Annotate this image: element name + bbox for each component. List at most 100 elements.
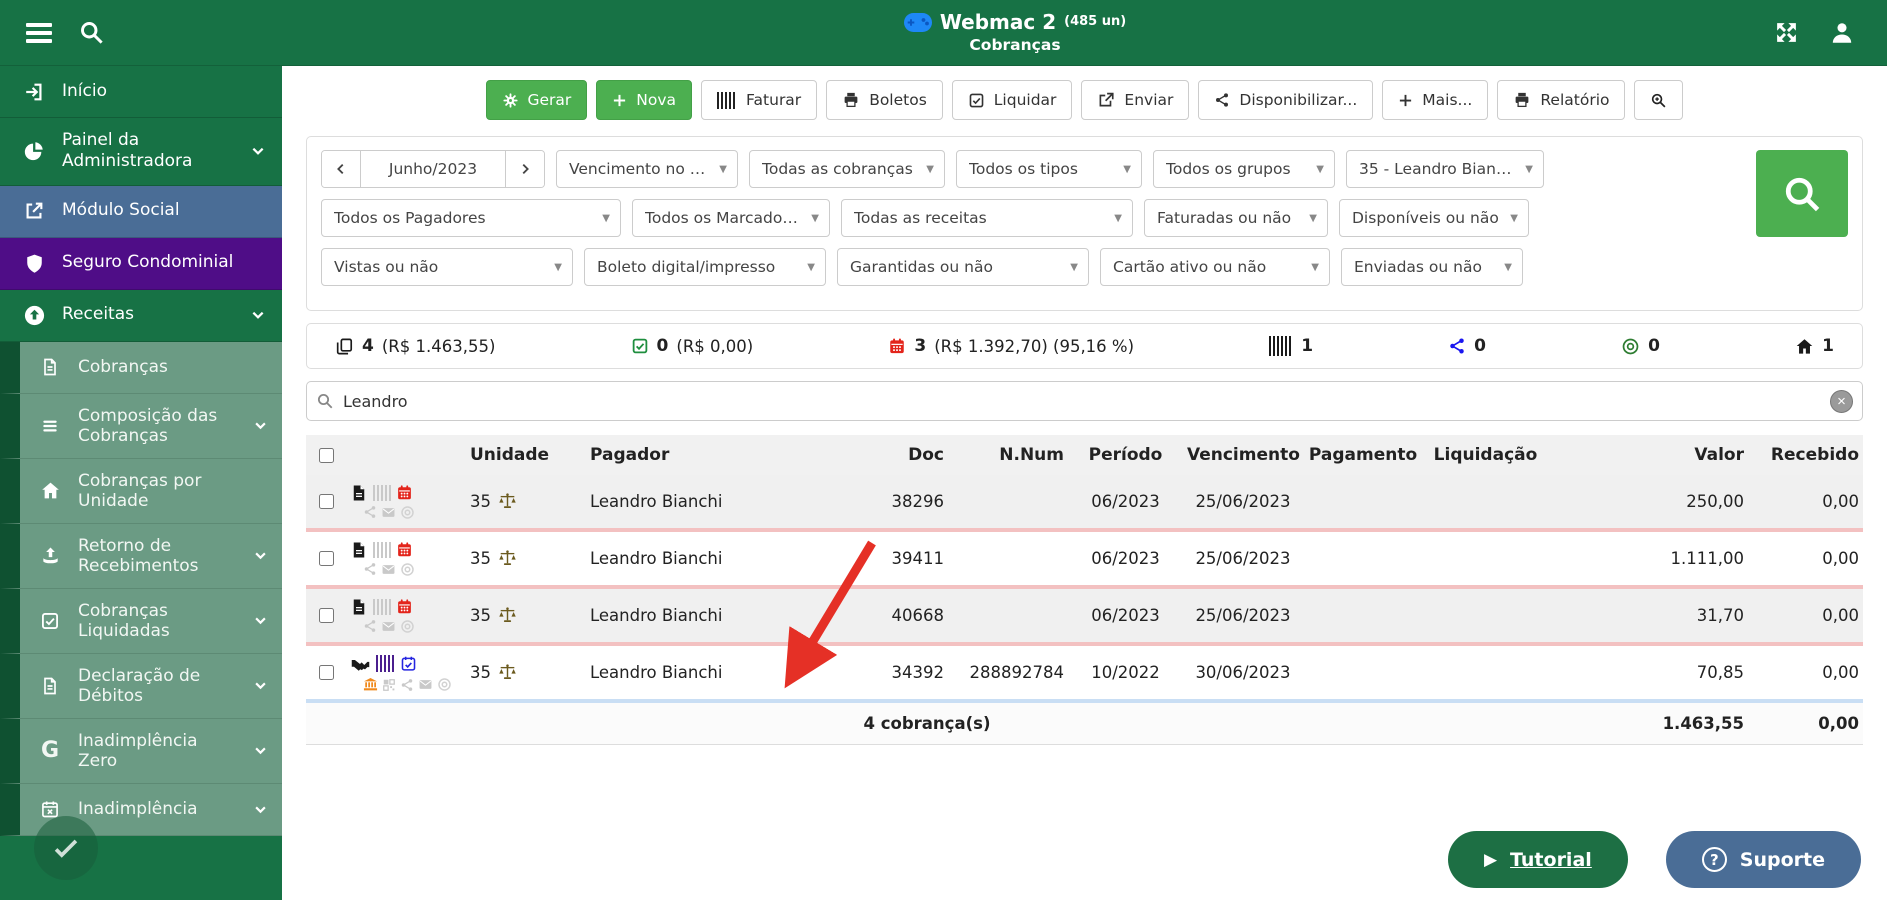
sidebar-item-receitas[interactable]: Receitas [0,290,282,342]
tutorial-button[interactable]: ▶ Tutorial [1448,831,1628,888]
enviar-button[interactable]: Enviar [1081,80,1189,120]
user-icon[interactable] [1829,20,1855,46]
advanced-search-button[interactable] [1634,80,1683,120]
select-all-checkbox[interactable] [319,448,334,463]
envelope-icon[interactable] [381,619,396,634]
mais-button[interactable]: Mais... [1382,80,1488,120]
unidade-value: 35 [470,492,491,511]
sidebar-subitem-inadimplencia-zero[interactable]: G Inadimplência Zero [0,719,282,784]
share-nodes-icon[interactable] [363,562,377,576]
nova-button[interactable]: Nova [596,80,692,120]
sidebar-item-label: Seguro Condominial [62,252,266,273]
groups-select[interactable]: Todos os grupos▼ [1153,150,1335,188]
sent-select[interactable]: Enviadas ou não▼ [1341,248,1523,286]
scales-icon[interactable] [498,492,517,511]
help-buttons: ▶ Tutorial ? Suporte [1448,831,1861,888]
sidebar-subitem-cobrancas-liquidadas[interactable]: Cobranças Liquidadas [0,589,282,654]
revenues-select[interactable]: Todas as receitas▼ [841,199,1133,237]
row-checkbox[interactable] [319,551,334,566]
bank-icon[interactable] [363,677,378,692]
types-select[interactable]: Todos os tipos▼ [956,150,1142,188]
guaranteed-select[interactable]: Garantidas ou não▼ [837,248,1089,286]
charges-select[interactable]: Todas as cobranças▼ [749,150,945,188]
sidebar-subitem-retorno-recebimentos[interactable]: Retorno de Recebimentos [0,524,282,589]
table-row[interactable]: 35 Leandro Bianchi 34392 288892784 10/20… [306,646,1863,703]
sidebar-subitem-cobrancas-por-unidade[interactable]: Cobranças por Unidade [0,459,282,524]
sidebar-item-painel-administradora[interactable]: Painel da Administradora [0,118,282,186]
scales-icon[interactable] [498,606,517,625]
sidebar: Início Painel da Administradora Módulo S… [0,66,282,900]
due-period-select[interactable]: Vencimento no perío...▼ [556,150,738,188]
markers-select[interactable]: Todos os Marcadores▼ [632,199,830,237]
sidebar-item-inicio[interactable]: Início [0,66,282,118]
table-footer: 4 cobrança(s) 1.463,55 0,00 [306,703,1863,745]
scales-icon[interactable] [498,549,517,568]
unidade-value: 35 [470,606,491,625]
sidebar-subitem-label: Inadimplência Zero [78,731,237,771]
row-status-icons [346,541,466,577]
caret-down-icon: ▼ [1114,213,1122,224]
available-select[interactable]: Disponíveis ou não▼ [1339,199,1529,237]
search-icon[interactable] [78,19,105,46]
sidebar-item-modulo-social[interactable]: Módulo Social [0,186,282,238]
boleto-type-select[interactable]: Boleto digital/impresso▼ [584,248,826,286]
row-checkbox[interactable] [319,494,334,509]
envelope-icon[interactable] [381,562,396,577]
external-link-icon [22,200,46,222]
boletos-button[interactable]: Boletos [826,80,943,120]
qr-code-icon[interactable] [382,678,396,692]
upload-icon [38,545,62,566]
row-status-icons [346,598,466,634]
sidebar-subitem-composicao-cobrancas[interactable]: Composição das Cobranças [0,394,282,459]
filter-search-button[interactable] [1756,150,1848,237]
expand-icon[interactable] [1774,20,1799,45]
row-checkbox[interactable] [319,665,334,680]
unit-select[interactable]: 35 - Leandro Bianchi▼ [1346,150,1544,188]
list-icon [38,416,62,436]
clear-search-button[interactable]: × [1830,390,1853,413]
liquidar-button[interactable]: Liquidar [952,80,1073,120]
relatorio-button[interactable]: Relatório [1497,80,1625,120]
sidebar-item-label: Receitas [62,304,234,325]
recebido-value: 0,00 [1748,549,1863,568]
share-nodes-icon[interactable] [363,619,377,633]
scales-icon[interactable] [498,663,517,682]
menu-icon[interactable] [26,23,52,43]
share-nodes-icon[interactable] [400,678,414,692]
prev-month-button[interactable] [322,151,360,187]
table-row[interactable]: 35 Leandro Bianchi 40668 06/2023 25/06/2… [306,589,1863,646]
eye-icon[interactable] [437,677,452,692]
sidebar-item-seguro-condominial[interactable]: Seguro Condominial [0,238,282,290]
card-active-select[interactable]: Cartão ativo ou não▼ [1100,248,1330,286]
payers-select[interactable]: Todos os Pagadores▼ [321,199,621,237]
table-row[interactable]: 35 Leandro Bianchi 38296 06/2023 25/06/2… [306,475,1863,532]
file-icon [350,484,368,502]
envelope-icon[interactable] [418,677,433,692]
month-label[interactable]: Junho/2023 [360,151,506,187]
sidebar-subitem-declaracao-debitos[interactable]: Declaração de Débitos [0,654,282,719]
share-nodes-icon [1214,92,1230,108]
sidebar-subitem-cobrancas[interactable]: Cobranças [0,342,282,394]
chevron-down-icon [253,613,268,628]
envelope-icon[interactable] [381,505,396,520]
eye-icon[interactable] [400,505,415,520]
recebido-value: 0,00 [1748,663,1863,682]
disponibilizar-button[interactable]: Disponibilizar... [1198,80,1373,120]
suporte-button[interactable]: ? Suporte [1666,831,1861,888]
chevron-down-icon [253,743,268,758]
seen-select[interactable]: Vistas ou não▼ [321,248,573,286]
faturar-button[interactable]: Faturar [701,80,817,120]
invoiced-select[interactable]: Faturadas ou não▼ [1144,199,1328,237]
eye-icon[interactable] [400,562,415,577]
gerar-button[interactable]: Gerar [486,80,588,120]
feedback-widget-button[interactable] [34,816,98,880]
handshake-icon [350,653,371,674]
share-nodes-icon[interactable] [363,505,377,519]
search-input[interactable] [343,392,1821,411]
next-month-button[interactable] [506,151,544,187]
eye-icon[interactable] [400,619,415,634]
filters-row-2: Todos os Pagadores▼ Todos os Marcadores▼… [321,199,1848,237]
table-row[interactable]: 35 Leandro Bianchi 39411 06/2023 25/06/2… [306,532,1863,589]
row-checkbox[interactable] [319,608,334,623]
file-icon [38,357,62,377]
